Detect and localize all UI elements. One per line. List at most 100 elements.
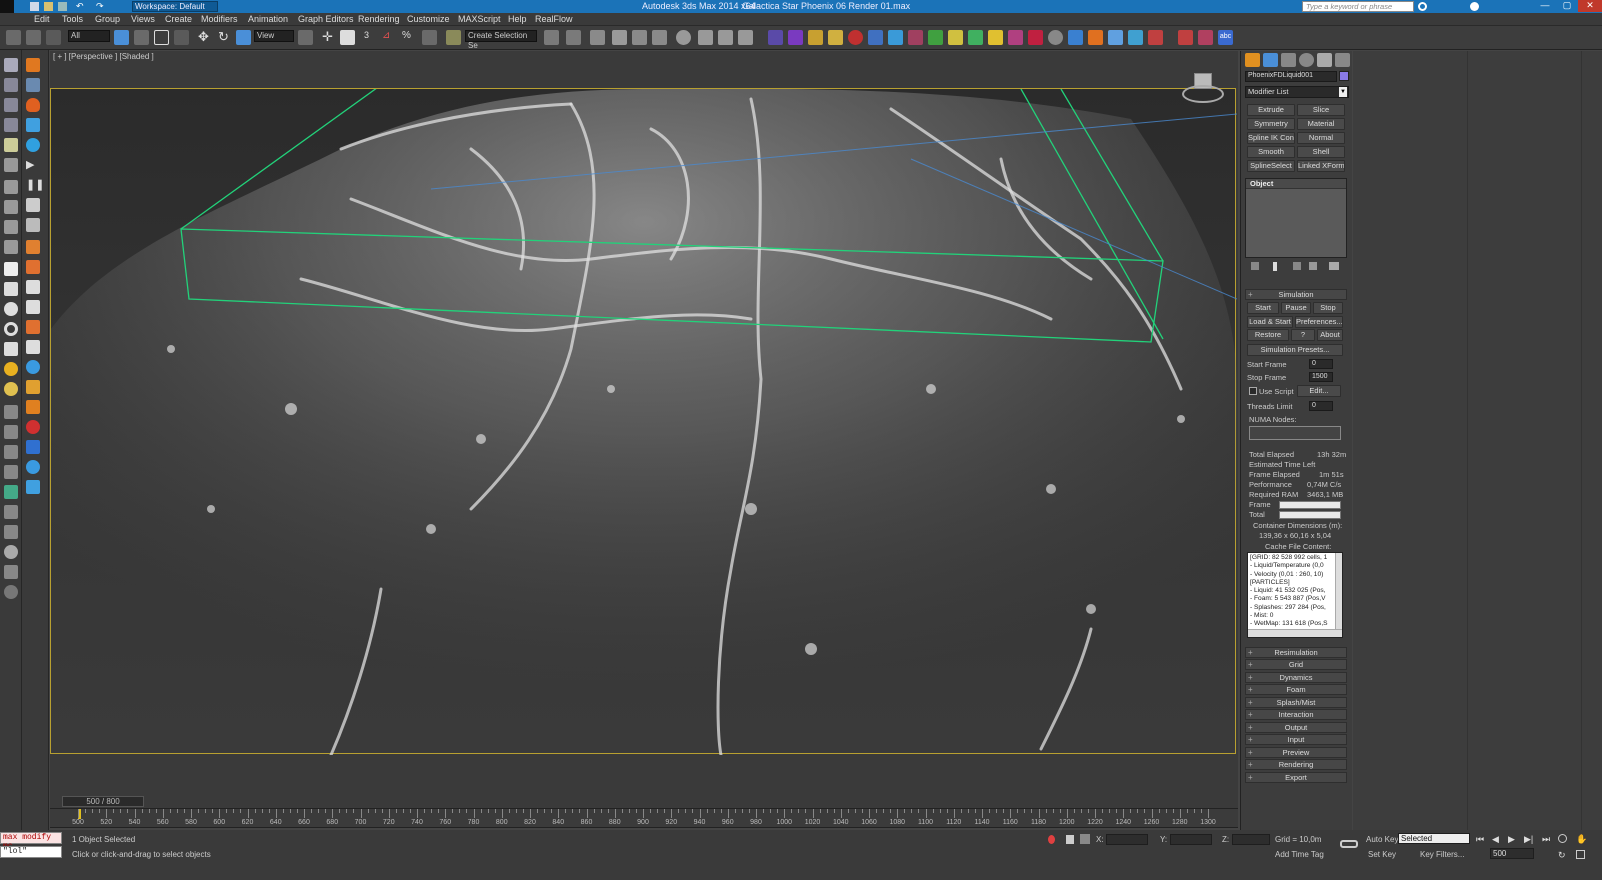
rendered-frame-icon[interactable] bbox=[718, 30, 733, 45]
sun-icon[interactable] bbox=[4, 362, 18, 376]
align-icon[interactable] bbox=[566, 30, 581, 45]
fx-icon-13[interactable] bbox=[26, 300, 40, 314]
next-frame-icon[interactable]: ▶| bbox=[1524, 834, 1533, 845]
set-key-button[interactable]: Set Key bbox=[1368, 850, 1396, 860]
motion-tab-icon[interactable] bbox=[1299, 53, 1314, 67]
angle-snap-icon[interactable]: ⊿ bbox=[382, 30, 397, 45]
curve-editor-icon[interactable] bbox=[632, 30, 647, 45]
fx-icon-10[interactable] bbox=[26, 240, 40, 254]
mod-shell-button[interactable]: Shell bbox=[1297, 146, 1345, 158]
cache-scrollbar[interactable] bbox=[1335, 553, 1342, 629]
viewcube-ring-icon[interactable] bbox=[1182, 85, 1224, 103]
auto-key-button[interactable]: Auto Key bbox=[1366, 835, 1398, 845]
maxscript-listener-top[interactable]: max modify mc bbox=[0, 832, 62, 851]
help-icon[interactable] bbox=[1470, 2, 1479, 11]
menu-group[interactable]: Group bbox=[95, 14, 120, 25]
scale-icon[interactable] bbox=[236, 30, 251, 45]
pan-icon[interactable]: ✋ bbox=[1576, 834, 1587, 845]
modifier-list-select[interactable]: Modifier List ▼ bbox=[1245, 86, 1349, 98]
minimize-button[interactable]: — bbox=[1534, 0, 1556, 12]
fx-icon-16[interactable] bbox=[26, 360, 40, 374]
play-animation-icon[interactable]: ▶ bbox=[1508, 834, 1515, 845]
helpers-icon-2[interactable] bbox=[4, 425, 18, 439]
play-icon[interactable]: ▶ bbox=[26, 158, 40, 172]
rollout-resimulation[interactable]: Resimulation bbox=[1245, 647, 1347, 658]
fx-icon-5[interactable] bbox=[26, 138, 40, 152]
display-icon[interactable] bbox=[4, 58, 18, 72]
stop-button[interactable]: Stop bbox=[1313, 302, 1343, 314]
menu-views[interactable]: Views bbox=[131, 14, 155, 25]
current-frame-field[interactable]: 500 bbox=[1490, 848, 1534, 859]
plugin-icon-1[interactable] bbox=[768, 30, 783, 45]
render-icon[interactable] bbox=[738, 30, 753, 45]
plugin-icon-6[interactable] bbox=[868, 30, 883, 45]
plugin-icon-2[interactable] bbox=[788, 30, 803, 45]
fx-icon-2[interactable] bbox=[26, 78, 40, 92]
start-frame-spinner[interactable]: 0 bbox=[1309, 359, 1333, 369]
utilities-tab-icon[interactable] bbox=[1335, 53, 1350, 67]
helpers-icon-3[interactable] bbox=[4, 445, 18, 459]
spell-check-icon[interactable]: abc bbox=[1218, 30, 1233, 45]
plugin-icon-14[interactable] bbox=[1028, 30, 1043, 45]
edit-named-selection-icon[interactable] bbox=[446, 30, 461, 45]
go-start-icon[interactable]: ⏮ bbox=[1476, 834, 1484, 845]
rollout-rendering[interactable]: Rendering bbox=[1245, 759, 1347, 770]
plugin-icon-8[interactable] bbox=[908, 30, 923, 45]
menu-rendering[interactable]: Rendering bbox=[358, 14, 400, 25]
menu-edit[interactable]: Edit bbox=[34, 14, 50, 25]
plugin-icon-18[interactable] bbox=[1108, 30, 1123, 45]
fx-icon-4[interactable] bbox=[26, 118, 40, 132]
layer-manager-icon[interactable] bbox=[590, 30, 605, 45]
fx-icon-14[interactable] bbox=[26, 320, 40, 334]
move-icon[interactable]: ✥ bbox=[196, 30, 211, 45]
rollout-foam[interactable]: Foam bbox=[1245, 684, 1347, 695]
y-coordinate-field[interactable] bbox=[1170, 834, 1212, 845]
rect-selection-icon[interactable] bbox=[154, 30, 169, 45]
plugin-icon-16[interactable] bbox=[1068, 30, 1083, 45]
link-icon[interactable] bbox=[6, 30, 21, 45]
viewcube[interactable] bbox=[1182, 73, 1224, 105]
maximize-viewport-icon[interactable] bbox=[1576, 850, 1585, 859]
viewport-label[interactable]: [ + ] [Perspective ] [Shaded ] bbox=[53, 52, 154, 61]
plugin-icon-7[interactable] bbox=[888, 30, 903, 45]
snaps-toggle-icon[interactable]: 3 bbox=[364, 30, 379, 45]
rollout-splash-mist[interactable]: Splash/Mist bbox=[1245, 697, 1347, 708]
key-icon[interactable] bbox=[1340, 840, 1358, 848]
plugin-icon-9[interactable] bbox=[928, 30, 943, 45]
pivot-center-icon[interactable] bbox=[298, 30, 313, 45]
percent-snap-icon[interactable]: % bbox=[402, 30, 417, 45]
keyboard-shortcut-icon[interactable] bbox=[340, 30, 355, 45]
fx-icon-11[interactable] bbox=[26, 260, 40, 274]
fx-icon-19[interactable] bbox=[26, 420, 40, 434]
preferences-button[interactable]: Preferences... bbox=[1295, 316, 1343, 328]
rollout-grid[interactable]: Grid bbox=[1245, 659, 1347, 670]
spinner-snap-icon[interactable] bbox=[422, 30, 437, 45]
tools-icon-1[interactable] bbox=[4, 200, 18, 214]
prev-frame-icon[interactable]: ◀ bbox=[1492, 834, 1499, 845]
helpers-icon-6[interactable] bbox=[4, 505, 18, 519]
cone-icon[interactable] bbox=[4, 342, 18, 356]
rollout-export[interactable]: Export bbox=[1245, 772, 1347, 783]
plugin-icon-15[interactable] bbox=[1048, 30, 1063, 45]
simulation-presets-button[interactable]: Simulation Presets... bbox=[1247, 344, 1343, 356]
mod-smooth-button[interactable]: Smooth bbox=[1247, 146, 1295, 158]
torus-icon[interactable] bbox=[4, 322, 18, 336]
plugin-icon-20[interactable] bbox=[1148, 30, 1163, 45]
time-slider[interactable]: 500 / 800 bbox=[50, 796, 1238, 808]
mod-slice-button[interactable]: Slice bbox=[1297, 104, 1345, 116]
go-end-icon[interactable]: ⏭ bbox=[1542, 834, 1550, 845]
plugin-icon-22[interactable] bbox=[1198, 30, 1213, 45]
fx-icon-15[interactable] bbox=[26, 340, 40, 354]
key-filters-button[interactable]: Key Filters... bbox=[1420, 850, 1464, 860]
teapot-icon[interactable] bbox=[4, 382, 18, 396]
mod-symmetry-button[interactable]: Symmetry bbox=[1247, 118, 1295, 130]
selection-filter-select[interactable]: All bbox=[68, 30, 110, 42]
qa-open-icon[interactable] bbox=[44, 2, 53, 11]
modifier-stack[interactable]: Object bbox=[1245, 178, 1347, 258]
rollout-output[interactable]: Output bbox=[1245, 722, 1347, 733]
pause-icon[interactable]: ❚❚ bbox=[26, 178, 44, 192]
rollout-input[interactable]: Input bbox=[1245, 734, 1347, 745]
pause-button[interactable]: Pause bbox=[1281, 302, 1311, 314]
plugin-icon-4[interactable] bbox=[828, 30, 843, 45]
helpers-icon-8[interactable] bbox=[4, 545, 18, 559]
